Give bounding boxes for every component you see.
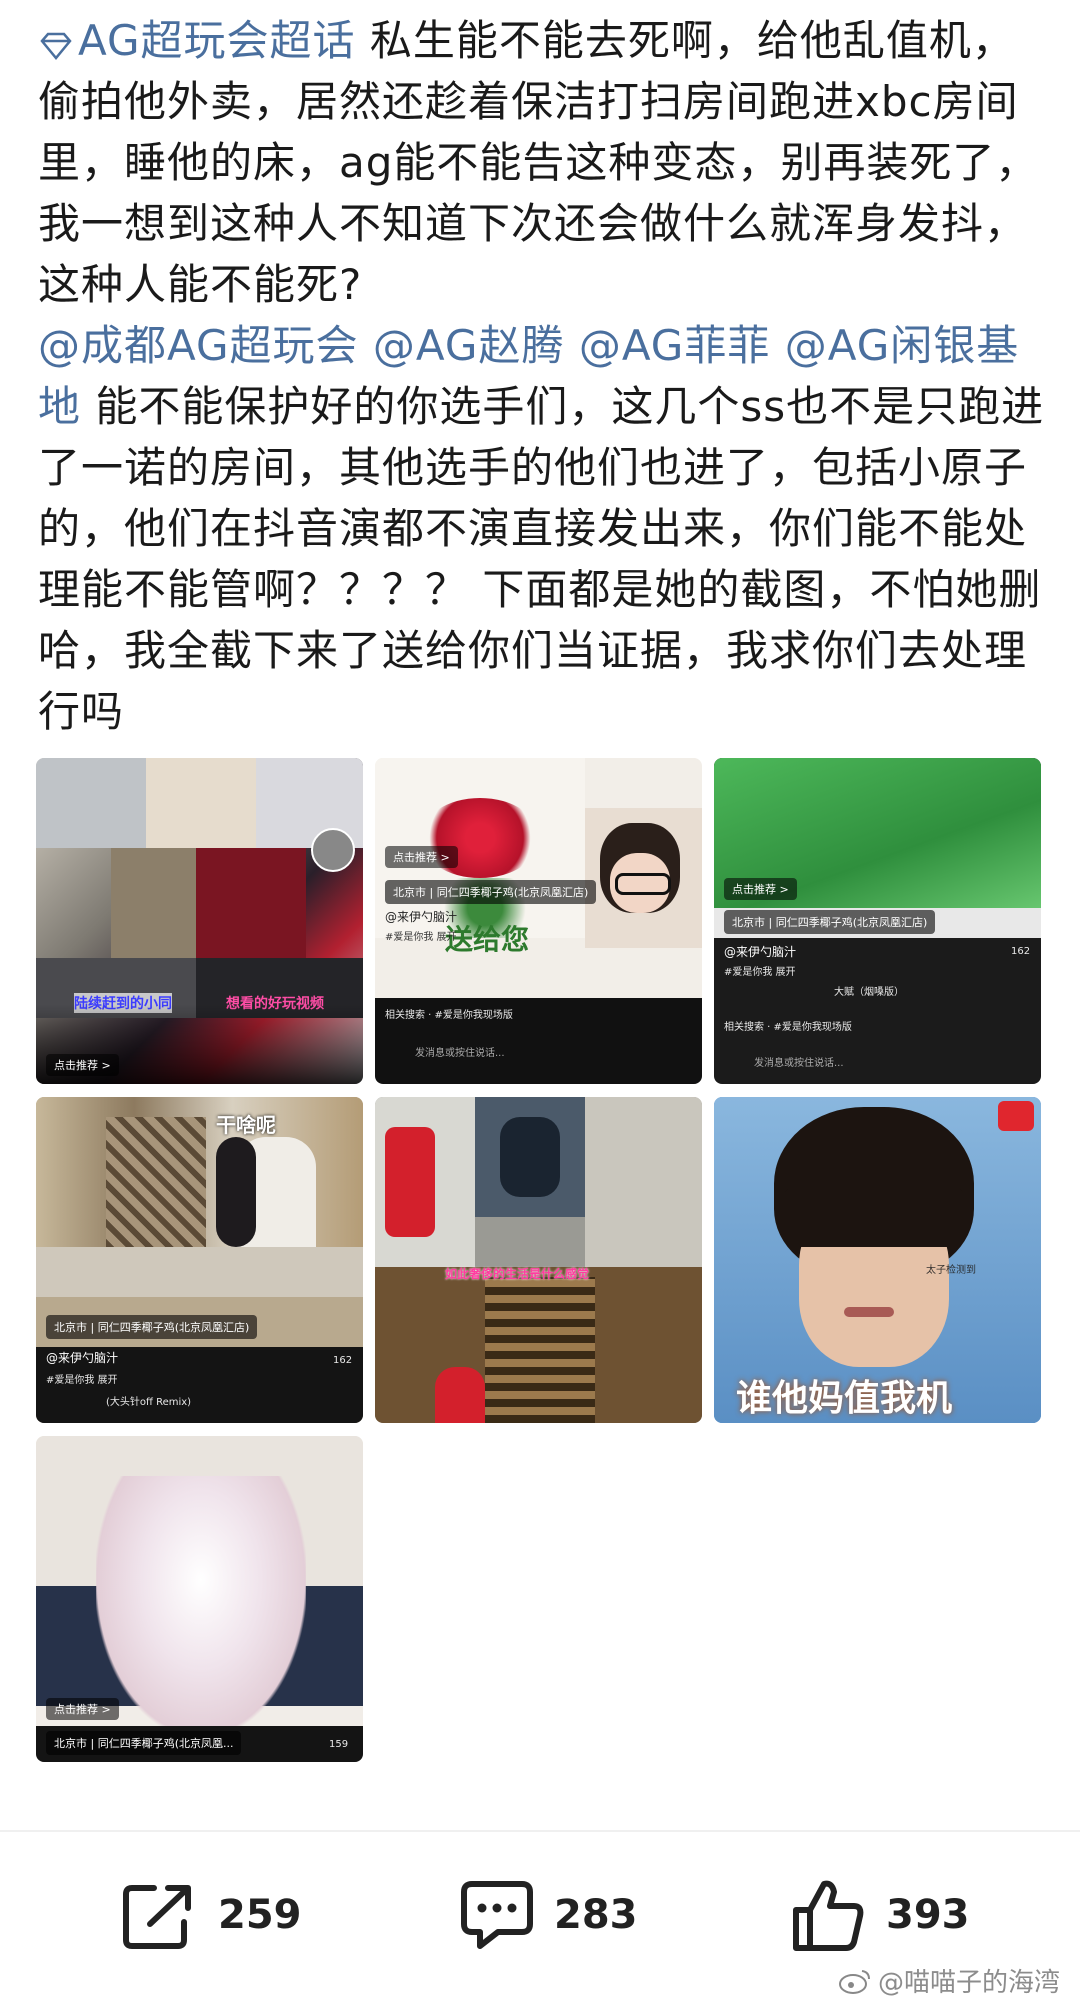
image-2-location: 北京市 | 同仁四季椰子鸡(北京凤凰汇店) bbox=[385, 880, 597, 904]
image-2-message-input: 发消息或按住说话... bbox=[415, 1048, 505, 1059]
image-6-label: 太子检测到 bbox=[926, 1265, 976, 1276]
post-image-5[interactable]: 如此奢侈的生活是什么感觉 bbox=[375, 1097, 702, 1423]
image-1-avatar bbox=[311, 828, 355, 872]
image-3-badge: 点击推荐 > bbox=[724, 878, 797, 900]
image-6-overlay: 谁他妈值我机 bbox=[736, 1378, 953, 1419]
image-3-author: @来伊勺脑汁 bbox=[724, 945, 797, 959]
thumbs-up-icon bbox=[793, 1880, 864, 1951]
watermark-text: @喵喵子的海湾 bbox=[877, 1968, 1060, 1998]
like-count: 393 bbox=[886, 1892, 970, 1938]
watermark: @喵喵子的海湾 bbox=[838, 1962, 1060, 1999]
post-image-6[interactable]: 太子检测到 谁他妈值我机 bbox=[714, 1097, 1041, 1423]
image-3-tag: #爱是你我 展开 bbox=[724, 967, 796, 978]
image-7-location: 北京市 | 同仁四季椰子鸡(北京凤凰... bbox=[46, 1731, 242, 1755]
image-3-message-input: 发消息或按住说话... bbox=[754, 1058, 844, 1069]
post-image-1[interactable]: 陆续赶到的小同 想看的好玩视频 点击推荐 > bbox=[36, 758, 363, 1084]
post-image-2[interactable]: 送给您 点击推荐 > 北京市 | 同仁四季椰子鸡(北京凤凰汇店) @来伊勺脑汁 … bbox=[375, 758, 702, 1084]
image-1-badge: 点击推荐 > bbox=[46, 1054, 119, 1076]
image-2-tag: #爱是你我 展开 bbox=[385, 932, 457, 943]
share-count: 259 bbox=[218, 1892, 302, 1938]
image-4-tag: #爱是你我 展开 bbox=[46, 1375, 118, 1386]
image-4-location: 北京市 | 同仁四季椰子鸡(北京凤凰汇店) bbox=[46, 1315, 258, 1339]
image-4-overlay: 干啥呢 bbox=[216, 1113, 276, 1137]
image-3-share-count: 162 bbox=[1011, 946, 1031, 957]
image-3-music: 大赋（烟嗓版） bbox=[834, 987, 904, 998]
image-2-related-search: 相关搜索 · #爱是你我现场版 bbox=[385, 1010, 513, 1021]
post-image-7[interactable]: 点击推荐 > 北京市 | 同仁四季椰子鸡(北京凤凰... 159 bbox=[36, 1436, 363, 1762]
action-bar: 259 283 393 bbox=[0, 1870, 1080, 1960]
image-3-location: 北京市 | 同仁四季椰子鸡(北京凤凰汇店) bbox=[724, 910, 936, 934]
share-button[interactable]: 259 bbox=[122, 1870, 302, 1960]
diamond-icon bbox=[40, 32, 72, 60]
like-button[interactable]: 393 bbox=[790, 1870, 970, 1960]
image-2-author: @来伊勺脑汁 bbox=[385, 910, 458, 924]
topic-link[interactable]: AG超玩会超话 bbox=[38, 16, 370, 65]
share-icon bbox=[123, 1885, 191, 1949]
post-image-3[interactable]: 点击推荐 > 北京市 | 同仁四季椰子鸡(北京凤凰汇店) @来伊勺脑汁 #爱是你… bbox=[714, 758, 1041, 1084]
divider bbox=[0, 1830, 1080, 1832]
post-body: AG超玩会超话 私生能不能去死啊，给他乱值机，偷拍他外卖，居然还趁着保洁打扫房间… bbox=[38, 10, 1048, 742]
image-2-center-text: 送给您 bbox=[445, 923, 530, 956]
mention-ag-zhaoteng[interactable]: @AG赵腾 bbox=[373, 321, 565, 370]
comment-icon bbox=[461, 1881, 533, 1949]
topic-name[interactable]: AG超玩会超话 bbox=[78, 16, 356, 65]
image-4-author: @来伊勺脑汁 bbox=[46, 1351, 119, 1365]
image-4-share-count: 162 bbox=[333, 1355, 353, 1366]
post-image-4[interactable]: 干啥呢 北京市 | 同仁四季椰子鸡(北京凤凰汇店) @来伊勺脑汁 #爱是你我 展… bbox=[36, 1097, 363, 1423]
image-7-badge: 点击推荐 > bbox=[46, 1698, 119, 1720]
post-text-part2: 能不能保护好的你选手们，这几个ss也不是只跑进了一诺的房间，其他选手的他们也进了… bbox=[38, 382, 1045, 736]
image-4-music: (大头针off Remix) bbox=[106, 1397, 192, 1408]
image-2-badge: 点击推荐 > bbox=[385, 846, 458, 868]
mention-ag-feifei[interactable]: @AG菲菲 bbox=[579, 321, 771, 370]
image-7-share-count: 159 bbox=[329, 1739, 349, 1750]
mention-chengdu-ag[interactable]: @成都AG超玩会 bbox=[38, 321, 359, 370]
comment-button[interactable]: 283 bbox=[458, 1870, 638, 1960]
image-5-overlay: 如此奢侈的生活是什么感觉 bbox=[445, 1267, 590, 1281]
image-3-related-search: 相关搜索 · #爱是你我现场版 bbox=[724, 1022, 852, 1033]
comment-count: 283 bbox=[554, 1892, 638, 1938]
weibo-logo-icon bbox=[838, 1969, 870, 1994]
